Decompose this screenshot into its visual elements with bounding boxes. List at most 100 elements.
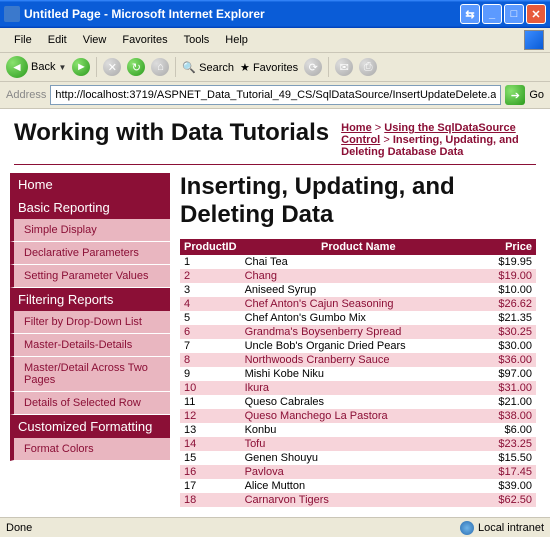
table-row: 10Ikura$31.00 [180, 381, 536, 395]
back-icon: ◄ [6, 56, 28, 78]
favorites-button[interactable]: ★ Favorites [240, 61, 298, 74]
header-divider [14, 164, 536, 165]
titlebar: Untitled Page - Microsoft Internet Explo… [0, 0, 550, 28]
table-row: 5Chef Anton's Gumbo Mix$21.35 [180, 311, 536, 325]
cell-id: 11 [180, 395, 241, 409]
cell-price: $15.50 [476, 451, 536, 465]
cell-name: Chef Anton's Cajun Seasoning [241, 297, 476, 311]
table-row: 11Queso Cabrales$21.00 [180, 395, 536, 409]
table-row: 6Grandma's Boysenberry Spread$30.25 [180, 325, 536, 339]
cell-id: 12 [180, 409, 241, 423]
col-price[interactable]: Price [476, 239, 536, 255]
table-row: 15Genen Shouyu$15.50 [180, 451, 536, 465]
sidebar-item[interactable]: Setting Parameter Values [10, 265, 170, 288]
cell-price: $21.00 [476, 395, 536, 409]
cell-price: $30.25 [476, 325, 536, 339]
ie-icon [4, 6, 20, 22]
cell-id: 8 [180, 353, 241, 367]
table-row: 17Alice Mutton$39.00 [180, 479, 536, 493]
address-input[interactable] [50, 85, 501, 105]
menu-file[interactable]: File [6, 32, 40, 48]
sidebar-item[interactable]: Simple Display [10, 219, 170, 242]
cell-id: 16 [180, 465, 241, 479]
chevron-down-icon[interactable]: ▼ [58, 63, 66, 72]
cell-name: Northwoods Cranberry Sauce [241, 353, 476, 367]
stop-button[interactable]: ✕ [103, 58, 121, 76]
throbber-icon [524, 30, 544, 50]
products-table: ProductID Product Name Price 1Chai Tea$1… [180, 239, 536, 507]
breadcrumb-home[interactable]: Home [341, 122, 372, 134]
separator [96, 57, 97, 77]
close-button[interactable]: ✕ [526, 4, 546, 24]
print-button[interactable]: ⎙ [359, 58, 377, 76]
refresh-button[interactable]: ↻ [127, 58, 145, 76]
cell-id: 1 [180, 255, 241, 269]
cell-price: $19.95 [476, 255, 536, 269]
cell-name: Chang [241, 269, 476, 283]
cell-price: $26.62 [476, 297, 536, 311]
sidebar-heading[interactable]: Home [10, 173, 170, 196]
sidebar-item[interactable]: Details of Selected Row [10, 392, 170, 415]
history-button[interactable]: ⟳ [304, 58, 322, 76]
cell-name: Aniseed Syrup [241, 283, 476, 297]
cell-price: $17.45 [476, 465, 536, 479]
cell-name: Carnarvon Tigers [241, 493, 476, 507]
breadcrumb: Home > Using the SqlDataSource Control >… [341, 122, 536, 158]
col-productid[interactable]: ProductID [180, 239, 241, 255]
cell-id: 5 [180, 311, 241, 325]
sidebar-item[interactable]: Declarative Parameters [10, 242, 170, 265]
minimize-button[interactable]: _ [482, 4, 502, 24]
mail-button[interactable]: ✉ [335, 58, 353, 76]
sidebar-item[interactable]: Master/Detail Across Two Pages [10, 357, 170, 392]
back-button[interactable]: ◄ Back ▼ [6, 56, 66, 78]
forward-button[interactable]: ► [72, 58, 90, 76]
sync-button[interactable]: ⇆ [460, 4, 480, 24]
cell-name: Konbu [241, 423, 476, 437]
sidebar-item[interactable]: Format Colors [10, 438, 170, 461]
home-button[interactable]: ⌂ [151, 58, 169, 76]
zone-label: Local intranet [478, 522, 544, 534]
menu-view[interactable]: View [75, 32, 115, 48]
security-zone[interactable]: Local intranet [460, 521, 544, 535]
cell-id: 13 [180, 423, 241, 437]
cell-id: 7 [180, 339, 241, 353]
address-label: Address [6, 89, 46, 101]
table-row: 9Mishi Kobe Niku$97.00 [180, 367, 536, 381]
section-title: Inserting, Updating, and Deleting Data [180, 173, 536, 229]
table-header-row: ProductID Product Name Price [180, 239, 536, 255]
go-button[interactable]: ➔ [505, 85, 525, 105]
cell-id: 18 [180, 493, 241, 507]
table-row: 8Northwoods Cranberry Sauce$36.00 [180, 353, 536, 367]
sidebar-item[interactable]: Filter by Drop-Down List [10, 311, 170, 334]
cell-name: Ikura [241, 381, 476, 395]
go-label: Go [529, 89, 544, 101]
menu-help[interactable]: Help [217, 32, 256, 48]
statusbar: Done Local intranet [0, 517, 550, 537]
cell-id: 10 [180, 381, 241, 395]
cell-name: Genen Shouyu [241, 451, 476, 465]
table-row: 7Uncle Bob's Organic Dried Pears$30.00 [180, 339, 536, 353]
sidebar-heading[interactable]: Filtering Reports [10, 288, 170, 311]
sidebar-item[interactable]: Master-Details-Details [10, 334, 170, 357]
cell-name: Alice Mutton [241, 479, 476, 493]
table-row: 14Tofu$23.25 [180, 437, 536, 451]
col-productname[interactable]: Product Name [241, 239, 476, 255]
maximize-button[interactable]: □ [504, 4, 524, 24]
search-label: Search [199, 62, 234, 74]
content-area: Working with Data Tutorials Home > Using… [0, 109, 550, 517]
table-row: 4Chef Anton's Cajun Seasoning$26.62 [180, 297, 536, 311]
zone-icon [460, 521, 474, 535]
menu-edit[interactable]: Edit [40, 32, 75, 48]
cell-name: Mishi Kobe Niku [241, 367, 476, 381]
sidebar-heading[interactable]: Customized Formatting [10, 415, 170, 438]
table-row: 13Konbu$6.00 [180, 423, 536, 437]
menu-tools[interactable]: Tools [176, 32, 218, 48]
window-buttons: ⇆ _ □ ✕ [460, 4, 546, 24]
sidebar-heading[interactable]: Basic Reporting [10, 196, 170, 219]
cell-price: $31.00 [476, 381, 536, 395]
cell-price: $36.00 [476, 353, 536, 367]
page-title: Working with Data Tutorials [14, 119, 329, 147]
menu-favorites[interactable]: Favorites [114, 32, 175, 48]
search-button[interactable]: 🔍 Search [182, 61, 234, 74]
table-row: 3Aniseed Syrup$10.00 [180, 283, 536, 297]
